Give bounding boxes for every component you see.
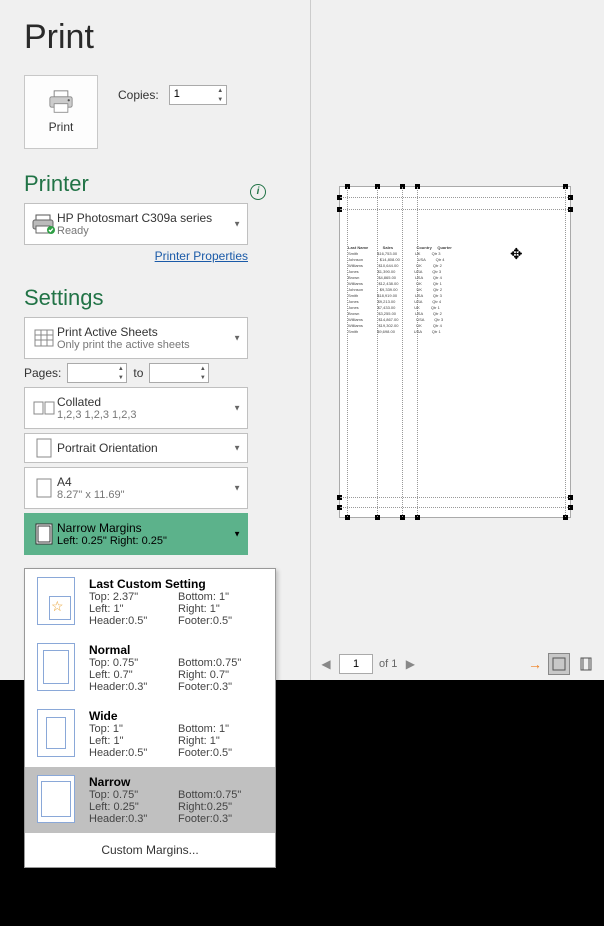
chevron-down-icon: ▼ — [233, 484, 241, 493]
settings-heading: Settings — [24, 285, 266, 311]
print-what-dropdown[interactable]: Print Active Sheets Only print the activ… — [24, 317, 248, 359]
copies-up[interactable]: ▲ — [216, 86, 225, 95]
paper-sub: 8.27" x 11.69" — [57, 489, 229, 501]
printer-heading: Printer — [24, 171, 266, 197]
margins-icon — [31, 523, 57, 545]
margins-option-wide[interactable]: Wide Top: 1" Bottom: 1" Left: 1" Right: … — [25, 701, 275, 767]
orientation-label: Portrait Orientation — [57, 441, 229, 455]
sheet-icon — [31, 329, 57, 347]
margins-thumb-icon: ☆ — [37, 577, 75, 625]
chevron-down-icon: ▼ — [233, 530, 241, 539]
printer-status-icon — [31, 213, 57, 235]
page-number-input[interactable] — [339, 654, 373, 674]
pages-from-spinner[interactable]: ▲▼ — [67, 363, 127, 383]
preview-table: Last Name Sales Country Quarter Smith $1… — [348, 245, 460, 335]
printer-icon — [47, 90, 75, 114]
collate-label: Collated — [57, 395, 229, 409]
margins-thumb-icon — [37, 709, 75, 757]
prev-page-button[interactable]: ◀ — [319, 657, 333, 671]
page-of-label: of 1 — [379, 658, 397, 670]
chevron-down-icon: ▼ — [233, 220, 241, 229]
printer-dropdown[interactable]: HP Photosmart C309a series Ready ▼ — [24, 203, 248, 245]
copies-label: Copies: — [118, 88, 159, 102]
portrait-icon — [31, 438, 57, 458]
chevron-down-icon: ▼ — [233, 404, 241, 413]
collate-icon — [31, 399, 57, 417]
paper-label: A4 — [57, 475, 229, 489]
margins-option-last-custom[interactable]: ☆ Last Custom Setting Top: 2.37" Bottom:… — [25, 569, 275, 635]
next-page-button[interactable]: ▶ — [403, 657, 417, 671]
chevron-down-icon: ▼ — [233, 444, 241, 453]
show-margins-button[interactable] — [576, 654, 596, 674]
margins-custom[interactable]: Custom Margins... — [25, 833, 275, 867]
copies-spinner[interactable]: ▲▼ — [169, 85, 227, 105]
chevron-down-icon: ▼ — [233, 334, 241, 343]
margins-option-narrow[interactable]: Narrow Top: 0.75" Bottom:0.75" Left: 0.2… — [25, 767, 275, 833]
zoom-to-page-button[interactable] — [548, 653, 570, 675]
pages-to-label: to — [133, 366, 143, 380]
printer-status: Ready — [57, 225, 229, 237]
orientation-dropdown[interactable]: Portrait Orientation ▼ — [24, 433, 248, 463]
print-what-sub: Only print the active sheets — [57, 339, 229, 351]
info-icon[interactable]: i — [250, 184, 266, 200]
margins-dropdown[interactable]: Narrow Margins Left: 0.25" Right: 0.25" … — [24, 513, 248, 555]
print-button[interactable]: Print — [24, 75, 98, 149]
printer-name: HP Photosmart C309a series — [57, 211, 229, 225]
collate-dropdown[interactable]: Collated 1,2,3 1,2,3 1,2,3 ▼ — [24, 387, 248, 429]
copies-row: Copies: ▲▼ — [118, 75, 227, 105]
collate-sub: 1,2,3 1,2,3 1,2,3 — [57, 409, 229, 421]
pages-label: Pages: — [24, 366, 61, 380]
page-title: Print — [24, 18, 266, 57]
move-cursor-icon: ✥ — [510, 245, 523, 263]
margins-dropdown-panel: ☆ Last Custom Setting Top: 2.37" Bottom:… — [24, 568, 276, 868]
print-button-label: Print — [49, 120, 74, 134]
copies-down[interactable]: ▼ — [216, 95, 225, 104]
margins-label: Narrow Margins — [57, 521, 229, 535]
margins-option-normal[interactable]: Normal Top: 0.75" Bottom:0.75" Left: 0.7… — [25, 635, 275, 701]
paper-dropdown[interactable]: A4 8.27" x 11.69" ▼ — [24, 467, 248, 509]
pages-to-spinner[interactable]: ▲▼ — [149, 363, 209, 383]
margins-thumb-icon — [37, 775, 75, 823]
paper-icon — [31, 478, 57, 498]
print-preview: ✥ Last Name Sales Country Quarter Smith … — [339, 186, 571, 518]
zoom-arrow-icon: → — [528, 656, 542, 672]
printer-properties-link[interactable]: Printer Properties — [155, 249, 248, 263]
margins-sub: Left: 0.25" Right: 0.25" — [57, 535, 229, 547]
margins-thumb-icon — [37, 643, 75, 691]
print-what-label: Print Active Sheets — [57, 325, 229, 339]
